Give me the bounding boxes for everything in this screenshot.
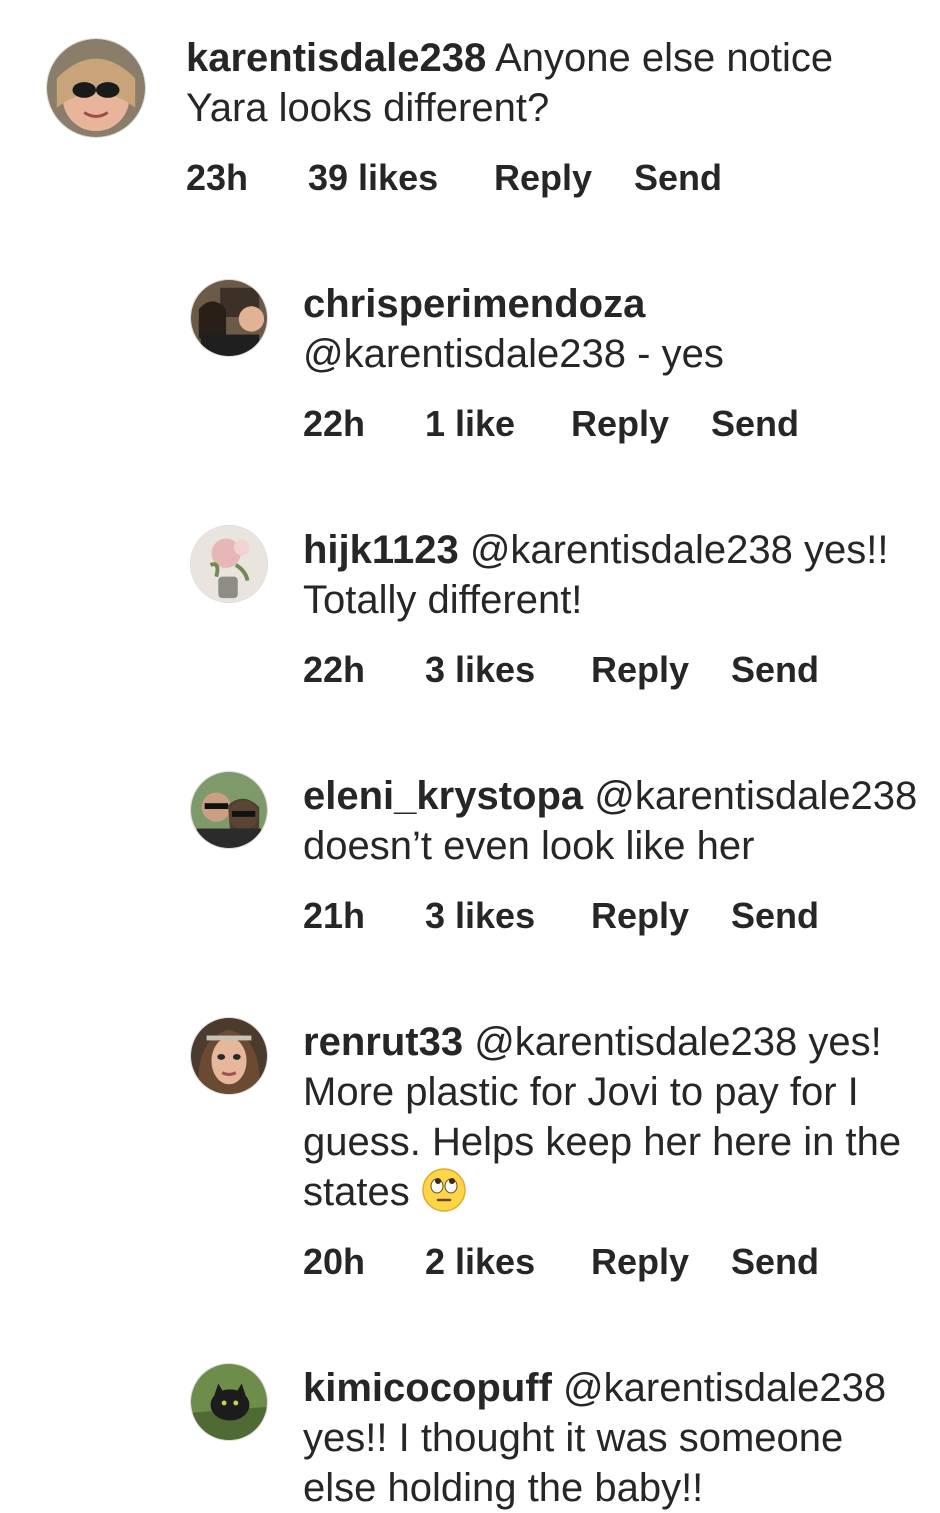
timestamp: 21h: [303, 895, 366, 936]
username[interactable]: eleni_krystopa: [303, 774, 583, 818]
username[interactable]: kimicocopuff: [303, 1366, 552, 1410]
comment-meta: 22h 3 likes Reply Send: [303, 648, 819, 692]
avatar[interactable]: [190, 1017, 268, 1095]
comment-meta: 23h 39 likes Reply Send: [186, 156, 722, 200]
reply-button[interactable]: Reply: [494, 157, 634, 199]
username[interactable]: karentisdale238: [186, 36, 486, 80]
eye-roll-emoji: [421, 1167, 467, 1213]
likes-count[interactable]: 39 likes: [308, 157, 494, 199]
comment-text: chrisperimendoza @karentisdale238 - yes: [303, 279, 923, 379]
reply-button[interactable]: Reply: [591, 649, 731, 691]
username[interactable]: chrisperimendoza: [303, 282, 645, 326]
likes-count[interactable]: 3 likes: [425, 649, 591, 691]
likes-count[interactable]: 2 likes: [425, 1241, 591, 1283]
reply-button[interactable]: Reply: [571, 403, 711, 445]
timestamp: 22h: [303, 403, 366, 444]
avatar[interactable]: [190, 771, 268, 849]
avatar[interactable]: [46, 38, 146, 138]
timestamp: 20h: [303, 1241, 366, 1282]
comment-text: karentisdale238 Anyone else notice Yara …: [186, 33, 906, 133]
comment-meta: 21h 3 likes Reply Send: [303, 894, 819, 938]
avatar[interactable]: [190, 1363, 268, 1441]
timestamp: 23h: [186, 157, 249, 198]
send-button[interactable]: Send: [731, 895, 819, 937]
send-button[interactable]: Send: [731, 1241, 819, 1283]
comment-meta: 22h 1 like Reply Send: [303, 402, 799, 446]
avatar[interactable]: [190, 279, 268, 357]
likes-count[interactable]: 3 likes: [425, 895, 591, 937]
send-button[interactable]: Send: [731, 649, 819, 691]
comment-meta: 20h 2 likes Reply Send: [303, 1240, 819, 1284]
username[interactable]: renrut33: [303, 1020, 463, 1064]
username[interactable]: hijk1123: [303, 528, 459, 572]
timestamp: 22h: [303, 649, 366, 690]
reply-button[interactable]: Reply: [591, 1241, 731, 1283]
send-button[interactable]: Send: [634, 157, 722, 199]
comment-text: renrut33 @karentisdale238 yes! More plas…: [303, 1017, 939, 1217]
comment-text: kimicocopuff @karentisdale238 yes!! I th…: [303, 1363, 923, 1513]
reply-button[interactable]: Reply: [591, 895, 731, 937]
comment-body: @karentisdale238 - yes: [303, 332, 724, 376]
likes-count[interactable]: 1 like: [425, 403, 571, 445]
send-button[interactable]: Send: [711, 403, 799, 445]
comment-text: eleni_krystopa @karentisdale238 doesn’t …: [303, 771, 935, 871]
avatar[interactable]: [190, 525, 268, 603]
comment-text: hijk1123 @karentisdale238 yes!! Totally …: [303, 525, 933, 625]
